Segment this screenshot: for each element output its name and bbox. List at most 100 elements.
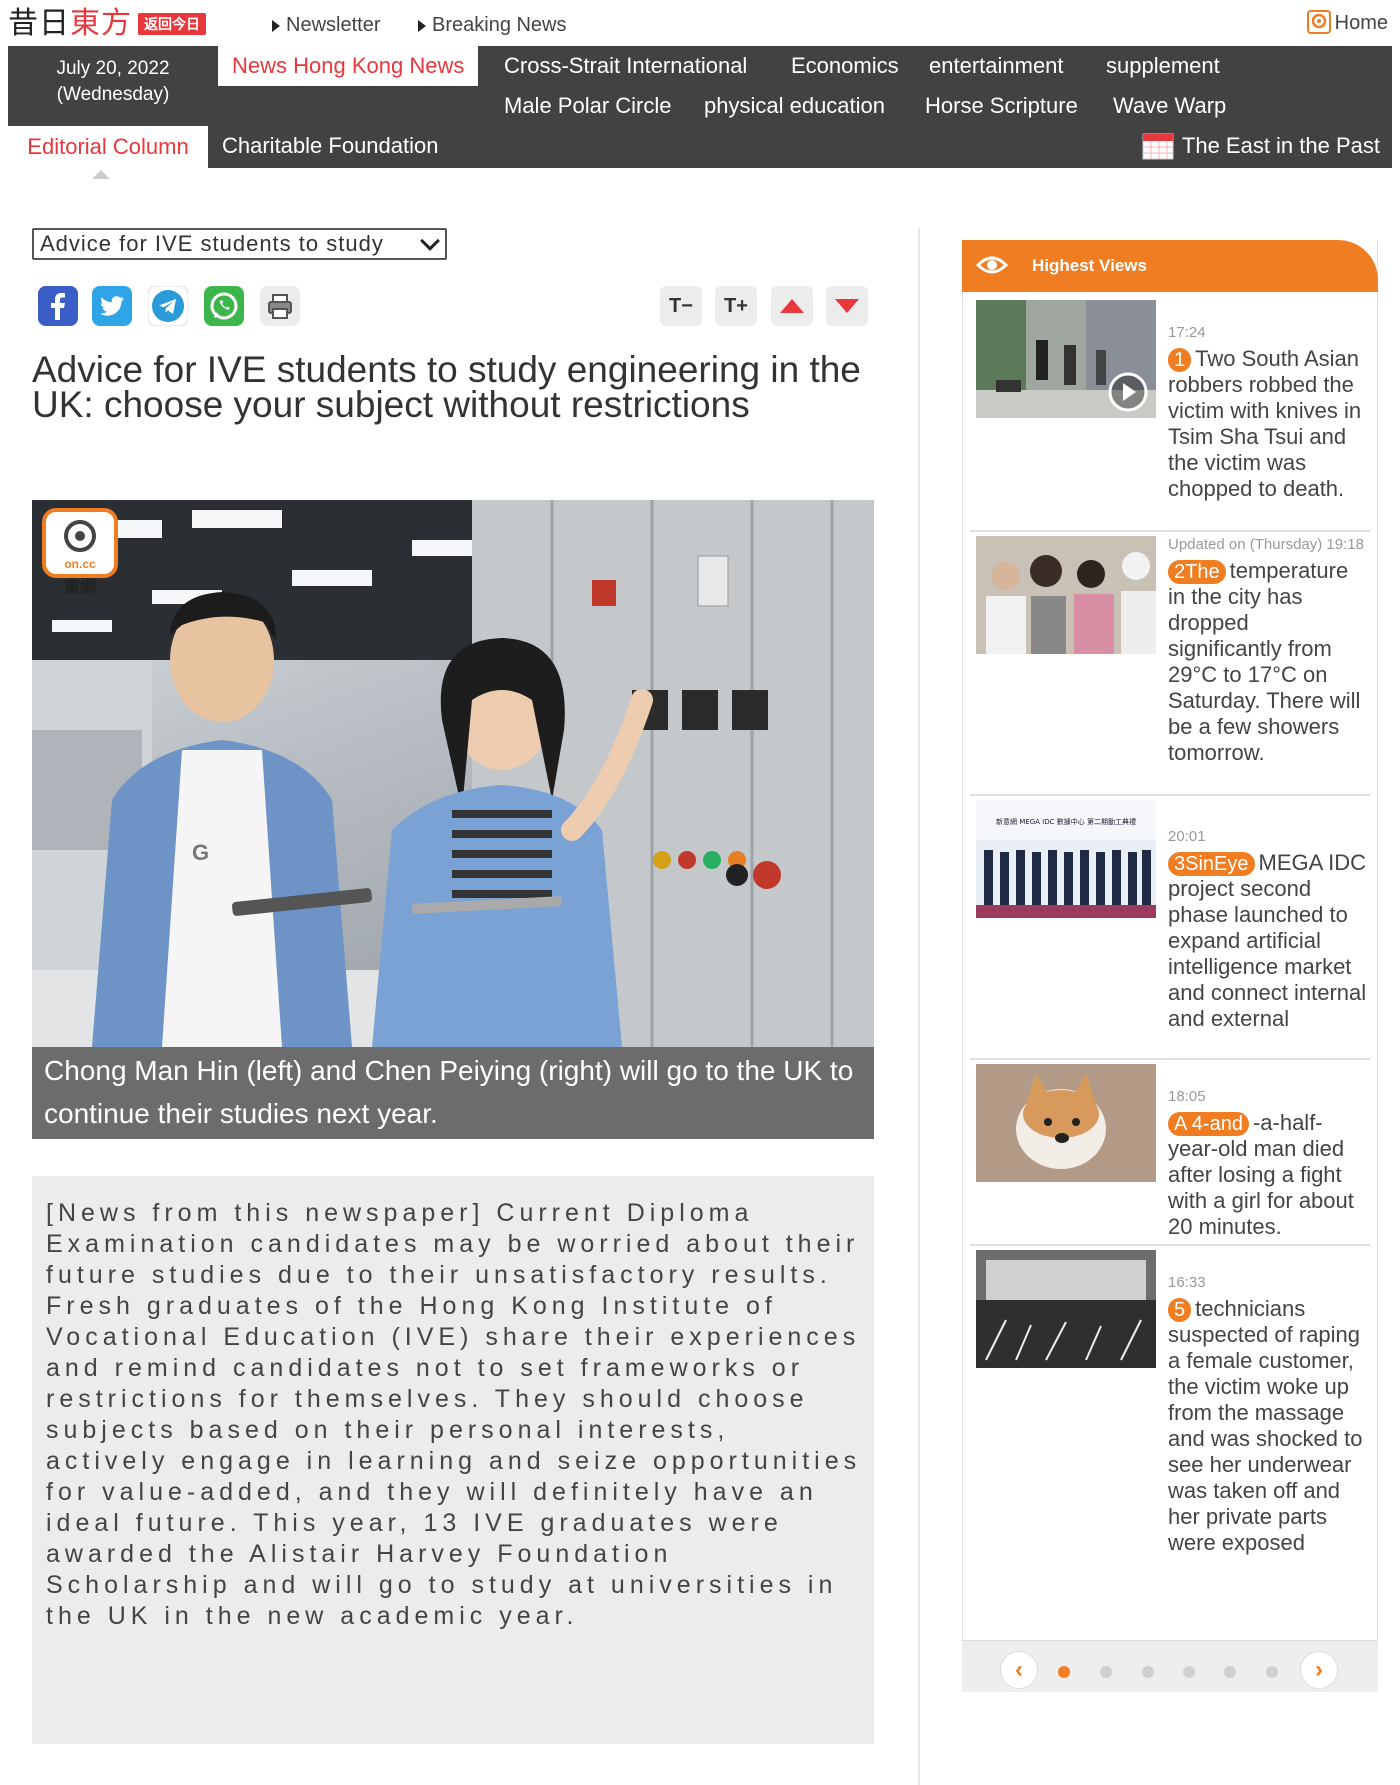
nav-item-charitable-foundation[interactable]: Charitable Foundation (222, 126, 438, 166)
twitter-share-button[interactable] (92, 286, 132, 326)
home-label: Home (1334, 11, 1388, 34)
date-text: July 20, 2022 (56, 58, 170, 79)
list-item[interactable]: Updated on (Thursday) 19:18 2The temperat… (970, 532, 1370, 796)
weekday-text: (Wednesday) (56, 84, 170, 105)
nav-item-supplement[interactable]: supplement (1106, 46, 1220, 86)
site-logo[interactable]: 昔日東方 返回今日 (8, 6, 206, 42)
printer-icon (260, 286, 300, 326)
pager-dot[interactable] (1058, 1666, 1070, 1678)
breaking-news-label: Breaking News (432, 14, 567, 36)
nav-item-hong-kong-news[interactable]: News Hong Kong News (218, 46, 479, 86)
scroll-up-button[interactable] (771, 286, 813, 326)
rank-badge: A 4-and (1168, 1112, 1249, 1136)
pager-dot[interactable] (1224, 1666, 1236, 1678)
current-date: July 20, 2022 (Wednesday) (8, 56, 218, 108)
pager-dot[interactable] (1183, 1666, 1195, 1678)
rank-badge: 2The (1168, 560, 1226, 584)
news-title: temperature in the city has dropped sign… (1168, 558, 1361, 765)
nav-item-cross-strait[interactable]: Cross-Strait International (504, 46, 747, 86)
list-item[interactable]: 18:05 A 4-and -a-half-year-old man died a… (970, 1060, 1370, 1246)
nav-item-male-polar-circle[interactable]: Male Polar Circle (504, 86, 672, 126)
nav-item-economics[interactable]: Economics (791, 46, 899, 86)
font-smaller-button[interactable]: T− (660, 286, 702, 326)
carousel-pager: ‹ › (962, 1640, 1378, 1692)
triangle-right-icon (272, 19, 280, 32)
home-icon (1306, 10, 1331, 34)
article-body-text: [News from this newspaper] Current Diplo… (46, 1199, 862, 1630)
pager-dot[interactable] (1142, 1666, 1154, 1678)
news-thumbnail (976, 1064, 1156, 1182)
article-photo: G on.cc 東網 (32, 500, 874, 1047)
article-body: [News from this newspaper] Current Diplo… (32, 1176, 874, 1744)
nav-item-horse-scripture[interactable]: Horse Scripture (925, 86, 1078, 126)
prev-button[interactable]: ‹ (1000, 1651, 1038, 1689)
news-time: 18:05 (1168, 1088, 1206, 1105)
main-nav: July 20, 2022 (Wednesday) News Hong Kong… (8, 46, 1392, 168)
lab-scene-illustration: G on.cc 東網 (32, 500, 874, 1047)
print-button[interactable] (260, 286, 300, 326)
news-title: technicians suspected of raping a female… (1168, 1296, 1363, 1555)
east-in-the-past-label: The East in the Past (1181, 133, 1380, 158)
breaking-news-link[interactable]: Breaking News (418, 14, 567, 37)
back-to-today-badge[interactable]: 返回今日 (138, 13, 206, 35)
newsletter-link[interactable]: Newsletter (272, 14, 380, 37)
top-bar: 昔日東方 返回今日 Newsletter Breaking News Home (0, 0, 1400, 46)
whatsapp-icon (204, 286, 244, 326)
calendar-icon (1142, 133, 1174, 160)
facebook-icon (38, 286, 78, 326)
eye-icon (976, 256, 1008, 274)
nav-item-editorial-column[interactable]: Editorial Column (8, 126, 208, 168)
news-title: Two South Asian robbers robbed the victi… (1168, 346, 1362, 501)
east-in-the-past-link[interactable]: The East in the Past (1142, 126, 1380, 166)
rank-badge: 1 (1168, 348, 1192, 372)
scroll-down-button[interactable] (826, 286, 868, 326)
facebook-share-button[interactable] (38, 286, 78, 326)
font-larger-button[interactable]: T+ (715, 286, 757, 326)
rank-badge: 5 (1168, 1298, 1192, 1322)
logo-text-past: 昔日 (8, 6, 70, 41)
triangle-up-icon (780, 299, 804, 313)
list-item[interactable]: 17:24 1 Two South Asian robbers robbed th… (970, 296, 1370, 532)
column-divider (918, 228, 920, 1785)
news-title: MEGA IDC project second phase launched t… (1168, 850, 1367, 1031)
pager-dot[interactable] (1266, 1666, 1278, 1678)
rank-badge: 3SinEye (1168, 852, 1255, 876)
news-thumbnail (976, 1250, 1156, 1368)
highest-views-title: Highest Views (1032, 256, 1147, 275)
telegram-share-button[interactable] (148, 286, 188, 326)
article-select-value: Advice for IVE students to study (40, 231, 384, 256)
photo-caption: Chong Man Hin (left) and Chen Peiying (r… (32, 1047, 874, 1139)
news-time: 20:01 (1168, 828, 1206, 845)
triangle-right-icon (418, 19, 426, 32)
next-button[interactable]: › (1300, 1651, 1338, 1689)
news-thumbnail (976, 536, 1156, 654)
news-time: Updated on (Thursday) 19:18 (1168, 536, 1364, 553)
thumb-banner-text: 新意網 MEGA IDC 數據中心 第二期動工典禮 (996, 817, 1136, 826)
news-time: 17:24 (1168, 324, 1206, 341)
highest-views-header: Highest Views (962, 240, 1378, 292)
news-time: 16:33 (1168, 1274, 1206, 1291)
triangle-down-icon (835, 299, 859, 313)
photo-logo-cn: 東網 (64, 577, 96, 596)
photo-logo-text: on.cc (64, 557, 96, 571)
home-link[interactable]: Home (1306, 10, 1388, 36)
newsletter-label: Newsletter (286, 14, 381, 36)
article-headline: Advice for IVE students to study enginee… (32, 349, 861, 425)
nav-item-physical-education[interactable]: physical education (704, 86, 885, 126)
nav-item-entertainment[interactable]: entertainment (929, 46, 1064, 86)
logo-text-east: 東方 (70, 6, 132, 41)
svg-text:G: G (192, 840, 209, 865)
pager-dot[interactable] (1100, 1666, 1112, 1678)
telegram-icon (148, 286, 188, 326)
active-tab-caret-icon (92, 170, 110, 179)
chevron-left-icon: ‹ (1015, 1656, 1023, 1683)
list-item[interactable]: 新意網 MEGA IDC 數據中心 第二期動工典禮 20:01 3SinEye M… (970, 796, 1370, 1060)
article-select[interactable]: Advice for IVE students to study (32, 228, 447, 260)
nav-item-wave-warp[interactable]: Wave Warp (1113, 86, 1226, 126)
whatsapp-share-button[interactable] (204, 286, 244, 326)
chevron-right-icon: › (1315, 1656, 1323, 1683)
news-thumbnail (976, 300, 1156, 418)
list-item[interactable]: 16:33 5 technicians suspected of raping a… (970, 1246, 1370, 1626)
twitter-icon (92, 286, 132, 326)
news-thumbnail: 新意網 MEGA IDC 數據中心 第二期動工典禮 (976, 800, 1156, 918)
